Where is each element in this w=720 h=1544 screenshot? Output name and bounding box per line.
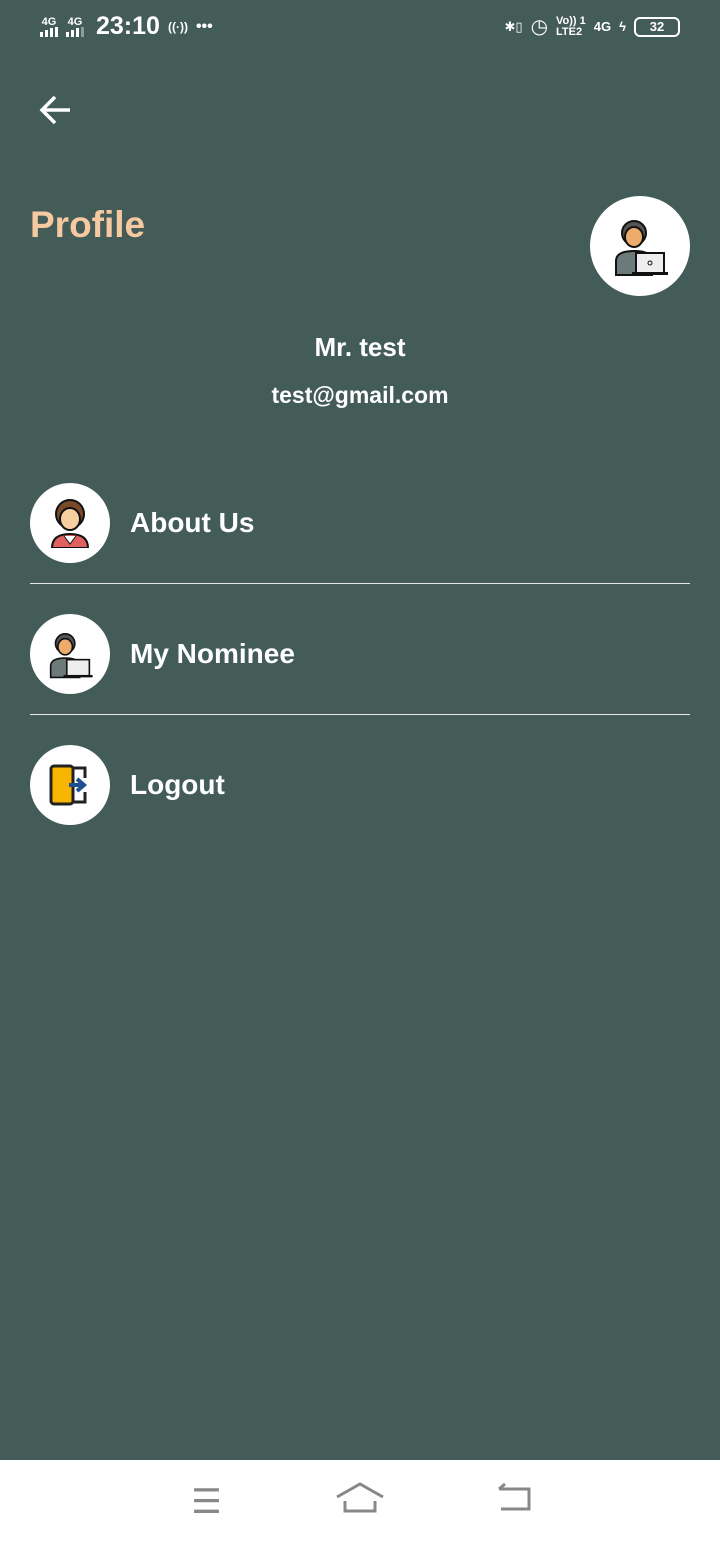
woman-avatar-icon <box>50 499 90 548</box>
status-bar: 4G 4G 23:10 ((·)) ••• ✱▯ ◷ Vo)) 1 LTE2 4G… <box>0 0 720 56</box>
volte-indicator: Vo)) 1 LTE2 <box>556 14 586 38</box>
hotspot-icon: ((·)) <box>167 19 188 34</box>
arrow-left-icon <box>39 95 70 125</box>
user-email: test@gmail.com <box>271 382 449 408</box>
home-nav-button[interactable] <box>330 1481 390 1524</box>
system-nav-bar: ☰ <box>0 1460 720 1544</box>
divider <box>30 714 690 715</box>
back-nav-button[interactable] <box>483 1482 543 1522</box>
menu-label: Logout <box>130 769 225 800</box>
menu-item-logout[interactable]: Logout <box>30 745 690 825</box>
battery-indicator: 32 <box>634 16 680 37</box>
clock: 23:10 <box>96 12 160 40</box>
alarm-icon: ◷ <box>530 16 549 38</box>
divider <box>30 583 690 584</box>
signal-sim1-icon: 4G <box>40 16 58 37</box>
charging-icon: ϟ <box>619 19 626 34</box>
profile-avatar[interactable] <box>590 196 690 296</box>
menu-label: About Us <box>130 507 255 538</box>
man-laptop-icon <box>615 220 668 276</box>
user-name: Mr. test <box>314 332 406 362</box>
logout-door-icon <box>49 764 88 806</box>
network-type: 4G <box>593 19 612 34</box>
menu-item-my-nominee[interactable]: My Nominee <box>30 614 690 694</box>
more-notifications-icon: ••• <box>195 17 213 35</box>
signal-sim2-icon: 4G <box>66 16 84 37</box>
back-button[interactable] <box>38 92 78 132</box>
menu-item-about-us[interactable]: About Us <box>30 483 690 563</box>
menu-label: My Nominee <box>130 638 295 669</box>
page-title: Profile <box>30 204 146 245</box>
menu-nav-button[interactable]: ☰ <box>177 1482 237 1522</box>
man-laptop-icon <box>49 633 93 679</box>
bluetooth-icon: ✱▯ <box>504 18 523 34</box>
